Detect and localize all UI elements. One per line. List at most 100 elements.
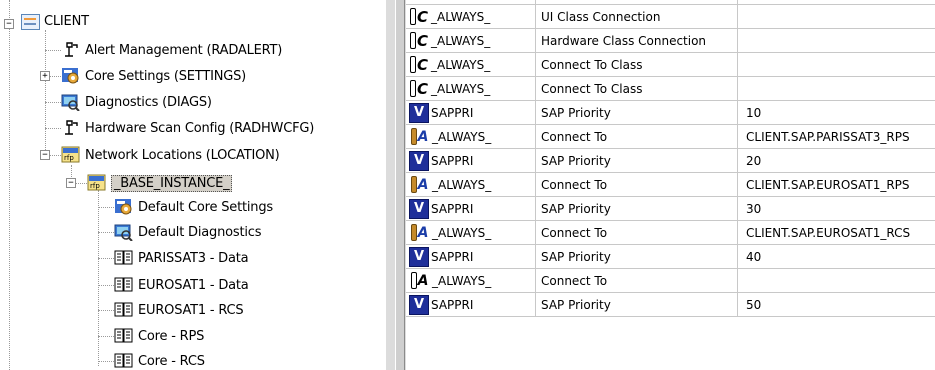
tree-node-label: Default Core Settings: [138, 199, 273, 215]
attribute-value-cell[interactable]: CLIENT.SAP.EUROSAT1_RCS: [738, 221, 935, 244]
attribute-value-cell[interactable]: [738, 77, 935, 100]
attribute-row[interactable]: V SAPPRI SAP Priority 50: [406, 293, 935, 317]
attribute-name-cell[interactable]: V SAPPRI: [406, 293, 536, 316]
document-icon: [114, 301, 134, 319]
attribute-row[interactable]: V SAPPRI SAP Priority 40: [406, 245, 935, 269]
tree-node-parissat3-data[interactable]: PARISSAT3 - Data: [114, 247, 249, 269]
collapse-network-locations-toggle[interactable]: −: [40, 150, 50, 160]
network-icon: rfp: [87, 174, 107, 192]
collapse-client-toggle[interactable]: −: [4, 19, 14, 29]
attribute-row[interactable]: V SAPPRI SAP Priority 20: [406, 149, 935, 173]
tree-node-default-diagnostics[interactable]: Default Diagnostics: [114, 221, 261, 243]
attribute-description-cell[interactable]: SAP Priority: [536, 293, 738, 316]
attribute-value-cell[interactable]: [738, 29, 935, 52]
attribute-value-cell[interactable]: 10: [738, 101, 935, 124]
attribute-row[interactable]: C _ALWAYS_ Connect To Class: [406, 53, 935, 77]
attribute-row[interactable]: C _ALWAYS_ Connect To Class: [406, 77, 935, 101]
gear-icon: [61, 67, 81, 85]
attribute-name-cell[interactable]: C _ALWAYS_: [406, 53, 536, 76]
tree-connector: [50, 76, 61, 77]
plug-icon: [61, 41, 81, 59]
tree-node-eurosat1-rcs[interactable]: EUROSAT1 - RCS: [114, 299, 244, 321]
attribute-name-cell[interactable]: A _ALWAYS_: [406, 221, 536, 244]
attribute-name-cell[interactable]: A _ALWAYS_: [406, 173, 536, 196]
attribute-value-cell[interactable]: [738, 53, 935, 76]
attribute-description-cell[interactable]: SAP Priority: [536, 245, 738, 268]
attribute-name-cell[interactable]: A _ALWAYS_: [406, 125, 536, 148]
attribute-description-cell[interactable]: SAP Priority: [536, 197, 738, 220]
tree-node-core-settings[interactable]: Core Settings (SETTINGS): [61, 65, 246, 87]
attribute-value-cell[interactable]: 40: [738, 245, 935, 268]
variable-type-icon: V: [409, 102, 429, 123]
tree-node-default-core-settings[interactable]: Default Core Settings: [114, 196, 273, 218]
attribute-value-cell[interactable]: [738, 5, 935, 28]
connect-type-empty-icon: A: [409, 271, 430, 291]
tree-node-label: _BASE_INSTANCE_: [111, 174, 233, 192]
tree-connector: [50, 155, 61, 156]
document-icon: [114, 249, 134, 267]
attribute-description-cell[interactable]: Connect To Class: [536, 77, 738, 100]
tree-connector: [98, 232, 114, 233]
attribute-name: SAPPRI: [431, 105, 474, 120]
attribute-name-cell[interactable]: C _ALWAYS_: [406, 29, 536, 52]
svg-text:rfp: rfp: [90, 182, 100, 190]
attribute-value-cell[interactable]: 30: [738, 197, 935, 220]
tree-node-label: PARISSAT3 - Data: [138, 250, 249, 266]
tree-node-label: Network Locations (LOCATION): [85, 147, 280, 163]
tree-node-client[interactable]: CLIENT: [21, 10, 89, 32]
attribute-name-cell[interactable]: C _ALWAYS_: [406, 5, 536, 28]
tree-node-network-locations[interactable]: rfp Network Locations (LOCATION): [61, 144, 280, 166]
tree-node-eurosat1-data[interactable]: EUROSAT1 - Data: [114, 274, 249, 296]
tree-node-alert-management[interactable]: Alert Management (RADALERT): [61, 39, 282, 61]
attribute-name-cell[interactable]: C _ALWAYS_: [406, 77, 536, 100]
tree-node-label: Core Settings (SETTINGS): [85, 68, 247, 84]
attribute-description-cell[interactable]: SAP Priority: [536, 149, 738, 172]
attribute-description-cell[interactable]: SAP Priority: [536, 101, 738, 124]
attributes-grid[interactable]: C _ALWAYS_ UI Class Connection C _ALWAYS_ Har…: [406, 0, 935, 370]
tree-node-core-rps[interactable]: Core - RPS: [114, 325, 204, 347]
tree-node-hardware-scan-config[interactable]: Hardware Scan Config (RADHWCFG): [61, 117, 314, 139]
tree-node-label: Default Diagnostics: [138, 224, 262, 240]
variable-type-icon: V: [409, 150, 429, 171]
attribute-row[interactable]: A _ALWAYS_ Connect To: [406, 269, 935, 293]
class-connect-type-icon: C: [409, 7, 429, 27]
tree-node-label: Alert Management (RADALERT): [85, 42, 283, 58]
attribute-value-cell[interactable]: 50: [738, 293, 935, 316]
attribute-value-cell[interactable]: CLIENT.SAP.EUROSAT1_RPS: [738, 173, 935, 196]
attribute-description-cell[interactable]: UI Class Connection: [536, 5, 738, 28]
attribute-name-cell[interactable]: V SAPPRI: [406, 101, 536, 124]
attribute-description-cell[interactable]: Connect To: [536, 173, 738, 196]
tree-node-diagnostics[interactable]: Diagnostics (DIAGS): [61, 91, 212, 113]
pane-splitter[interactable]: [386, 0, 406, 370]
attribute-value-cell[interactable]: CLIENT.SAP.PARISSAT3_RPS: [738, 125, 935, 148]
attribute-row[interactable]: A _ALWAYS_ Connect To CLIENT.SAP.PARISSAT3_…: [406, 125, 935, 149]
attribute-description-cell[interactable]: Connect To: [536, 125, 738, 148]
attribute-row[interactable]: C _ALWAYS_ UI Class Connection: [406, 5, 935, 29]
attribute-description-cell[interactable]: Connect To Class: [536, 53, 738, 76]
attribute-name-cell[interactable]: A _ALWAYS_: [406, 269, 536, 292]
attribute-row[interactable]: V SAPPRI SAP Priority 30: [406, 197, 935, 221]
expand-core-settings-toggle[interactable]: +: [40, 71, 50, 81]
attribute-row[interactable]: A _ALWAYS_ Connect To CLIENT.SAP.EUROSAT1_R…: [406, 221, 935, 245]
attribute-row[interactable]: A _ALWAYS_ Connect To CLIENT.SAP.EUROSAT1_R…: [406, 173, 935, 197]
attribute-row[interactable]: C _ALWAYS_ Hardware Class Connection: [406, 29, 935, 53]
attribute-description-cell[interactable]: Connect To: [536, 269, 738, 292]
document-icon: [114, 276, 134, 294]
attribute-name-cell[interactable]: V SAPPRI: [406, 197, 536, 220]
diagnostics-icon: [61, 93, 81, 112]
collapse-base-instance-toggle[interactable]: −: [66, 178, 76, 188]
attribute-name-cell[interactable]: V SAPPRI: [406, 149, 536, 172]
class-tree-panel[interactable]: − + − − CLIENT Alert Management (RADALER…: [0, 0, 386, 370]
attribute-name-cell[interactable]: V SAPPRI: [406, 245, 536, 268]
attribute-row[interactable]: V SAPPRI SAP Priority 10: [406, 101, 935, 125]
attribute-description-cell[interactable]: Connect To: [536, 221, 738, 244]
attribute-value-cell[interactable]: [738, 269, 935, 292]
tree-node-base-instance[interactable]: rfp _BASE_INSTANCE_: [87, 172, 233, 194]
tree-node-label: EUROSAT1 - Data: [138, 277, 249, 293]
tree-node-core-rcs[interactable]: Core - RCS: [114, 350, 205, 370]
attribute-value-cell[interactable]: 20: [738, 149, 935, 172]
attribute-name: _ALWAYS_: [431, 57, 491, 72]
attribute-name: SAPPRI: [431, 153, 474, 168]
variable-type-icon: V: [409, 246, 429, 267]
attribute-description-cell[interactable]: Hardware Class Connection: [536, 29, 738, 52]
